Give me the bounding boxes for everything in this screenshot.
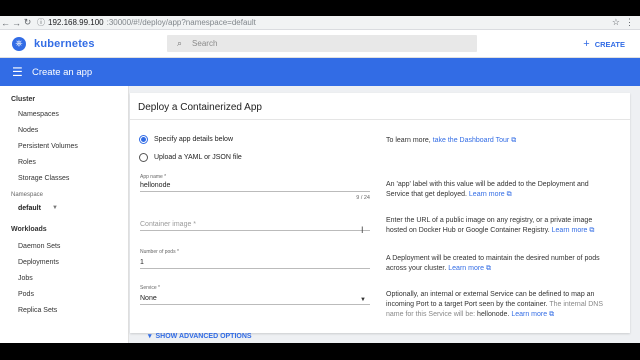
pods-field[interactable]: Number of pods * 1: [140, 249, 370, 269]
namespace-label: Namespace: [11, 192, 44, 198]
video-letterbox-bottom: [0, 343, 640, 360]
radio-upload-file[interactable]: Upload a YAML or JSON file: [139, 153, 242, 162]
browser-window: ← → ↻ ⓘ 192.168.99.100:30000/#!/deploy/a…: [0, 16, 640, 343]
back-icon[interactable]: ←: [0, 18, 11, 28]
app-name-counter: 9 / 24: [356, 195, 370, 201]
external-link-icon: ⧉: [549, 311, 555, 318]
sidebar-heading-workloads[interactable]: Workloads: [0, 226, 128, 233]
url-path: :30000/#!/deploy/app?namespace=default: [106, 18, 256, 27]
bookmark-star-icon[interactable]: ☆: [612, 17, 620, 28]
radio-checked-icon[interactable]: [139, 135, 148, 144]
browser-toolbar: ← → ↻ ⓘ 192.168.99.100:30000/#!/deploy/a…: [0, 16, 640, 30]
external-link-icon: ⧉: [589, 227, 595, 234]
address-bar[interactable]: ⓘ 192.168.99.100:30000/#!/deploy/app?nam…: [37, 17, 256, 28]
service-field[interactable]: Service * None ▼: [140, 285, 370, 305]
info-icon: ⓘ: [37, 18, 45, 27]
radio-specify-details[interactable]: Specify app details below: [139, 135, 233, 144]
advanced-label: SHOW ADVANCED OPTIONS: [155, 332, 252, 340]
chevron-down-icon: ▼: [52, 205, 58, 211]
search-placeholder: Search: [192, 39, 218, 48]
brand-name[interactable]: kubernetes: [34, 38, 95, 50]
video-letterbox-top: [0, 0, 640, 16]
namespace-select[interactable]: default ▼: [18, 201, 58, 215]
sidebar-item-deployments[interactable]: Deployments: [0, 255, 128, 271]
sidebar-item-namespaces[interactable]: Namespaces: [0, 107, 128, 123]
pods-input[interactable]: 1: [140, 257, 370, 269]
card-divider: [130, 119, 630, 120]
learn-more-link[interactable]: Learn more: [448, 265, 484, 272]
sidebar: Cluster Namespaces Nodes Persistent Volu…: [0, 86, 129, 343]
app-name-field[interactable]: App name * hellonode 9 / 24: [140, 174, 370, 201]
learn-more-link[interactable]: Learn more: [511, 311, 547, 318]
create-button[interactable]: + CREATE: [583, 38, 625, 50]
plus-icon: +: [583, 38, 590, 50]
chevron-down-icon: ▾: [148, 333, 152, 340]
chevron-down-icon: ▼: [360, 297, 366, 303]
app-name-input[interactable]: hellonode: [140, 180, 370, 192]
help-service: Optionally, an internal or external Serv…: [386, 291, 604, 318]
help-container-image: Enter the URL of a public image on any r…: [386, 216, 612, 236]
search-input[interactable]: ⌕ Search: [167, 35, 477, 52]
radio-specify-label: Specify app details below: [154, 136, 233, 143]
radio-unchecked-icon[interactable]: [139, 153, 148, 162]
card-title: Deploy a Containerized App: [138, 102, 262, 113]
browser-menu-icon[interactable]: ⋮: [625, 17, 634, 28]
sidebar-item-storage-classes[interactable]: Storage Classes: [0, 171, 128, 187]
help-service-dns-value: hellonode: [477, 311, 508, 318]
external-link-icon: ⧉: [506, 191, 512, 198]
sidebar-item-roles[interactable]: Roles: [0, 155, 128, 171]
namespace-value: default: [18, 204, 41, 212]
url-host: 192.168.99.100: [48, 18, 104, 27]
page-title: Create an app: [32, 66, 93, 78]
service-label: Service *: [140, 285, 161, 291]
dashboard-tour-link[interactable]: take the Dashboard Tour: [433, 137, 510, 144]
action-bar: ☰ Create an app: [0, 58, 640, 86]
external-link-icon: ⧉: [511, 137, 517, 144]
learn-more-link[interactable]: Learn more: [552, 227, 588, 234]
search-icon: ⌕: [177, 38, 183, 48]
radio-upload-label: Upload a YAML or JSON file: [154, 154, 242, 161]
sidebar-item-replica-sets[interactable]: Replica Sets: [0, 303, 128, 319]
help-pods: A Deployment will be created to maintain…: [386, 254, 612, 274]
sidebar-item-pods[interactable]: Pods: [0, 287, 128, 303]
deploy-card: Deploy a Containerized App Specify app d…: [130, 93, 630, 340]
app-header: ⎈ kubernetes ⌕ Search + CREATE: [0, 30, 640, 58]
show-advanced-options-button[interactable]: ▾ SHOW ADVANCED OPTIONS: [148, 332, 252, 341]
external-link-icon: ⧉: [486, 265, 492, 272]
help-app-label: An 'app' label with this value will be a…: [386, 180, 612, 200]
sidebar-item-nodes[interactable]: Nodes: [0, 123, 128, 139]
text-cursor-icon: I: [361, 225, 364, 235]
help-tour-prefix: To learn more,: [386, 137, 433, 144]
sidebar-item-persistent-volumes[interactable]: Persistent Volumes: [0, 139, 128, 155]
forward-icon[interactable]: →: [11, 18, 22, 28]
sidebar-heading-cluster[interactable]: Cluster: [0, 96, 128, 103]
container-image-field[interactable]: Container image *: [140, 219, 370, 231]
sidebar-item-jobs[interactable]: Jobs: [0, 271, 128, 287]
menu-icon[interactable]: ☰: [12, 65, 26, 79]
reload-icon[interactable]: ↻: [22, 17, 33, 28]
sidebar-item-daemon-sets[interactable]: Daemon Sets: [0, 239, 128, 255]
container-image-input[interactable]: Container image *: [140, 219, 370, 231]
create-label: CREATE: [594, 39, 625, 49]
service-select[interactable]: None: [140, 293, 370, 305]
help-pods-text: A Deployment will be created to maintain…: [386, 255, 600, 272]
pods-label: Number of pods *: [140, 249, 179, 255]
learn-more-link[interactable]: Learn more: [469, 191, 505, 198]
kubernetes-logo-icon[interactable]: ⎈: [12, 36, 26, 51]
help-tour: To learn more, take the Dashboard Tour ⧉: [386, 136, 612, 146]
